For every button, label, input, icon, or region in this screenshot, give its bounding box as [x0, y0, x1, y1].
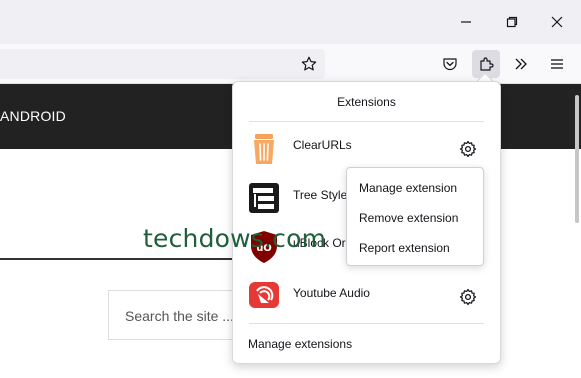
menu-item-report-extension[interactable]: Report extension: [347, 233, 483, 263]
close-icon[interactable]: [543, 8, 571, 36]
gear-icon[interactable]: [459, 140, 477, 158]
extension-context-menu: Manage extension Remove extension Report…: [346, 167, 484, 266]
title-bar: [0, 0, 581, 44]
site-search-input[interactable]: Search the site ...: [108, 290, 248, 340]
site-logo[interactable]: techdows.com: [143, 224, 326, 253]
divider: [249, 323, 484, 324]
hamburger-icon[interactable]: [543, 50, 571, 78]
menu-item-manage-extension[interactable]: Manage extension: [347, 173, 483, 203]
extension-name: Youtube Audio: [293, 286, 370, 300]
manage-extensions-button[interactable]: Manage extensions: [248, 337, 352, 351]
url-bar[interactable]: [0, 49, 325, 79]
scrollbar[interactable]: [575, 95, 579, 223]
extension-item-youtube-audio[interactable]: Youtube Audio: [233, 280, 500, 326]
extension-name: ClearURLs: [293, 138, 352, 152]
youtube-audio-icon: [248, 280, 280, 312]
restore-icon[interactable]: [498, 8, 526, 36]
divider: [249, 121, 484, 122]
search-placeholder: Search the site ...: [125, 308, 234, 324]
tree-tabs-icon: [248, 182, 280, 214]
trash-can-icon: [248, 132, 280, 164]
star-icon[interactable]: [295, 50, 323, 78]
pocket-icon[interactable]: [436, 50, 464, 78]
nav-item-android[interactable]: ANDROID: [0, 108, 66, 124]
menu-item-remove-extension[interactable]: Remove extension: [347, 203, 483, 233]
gear-icon[interactable]: [459, 288, 477, 306]
minimize-icon[interactable]: [452, 8, 480, 36]
panel-title: Extensions: [337, 95, 396, 109]
double-chevron-icon[interactable]: [507, 50, 535, 78]
navigation-toolbar: [0, 44, 581, 84]
